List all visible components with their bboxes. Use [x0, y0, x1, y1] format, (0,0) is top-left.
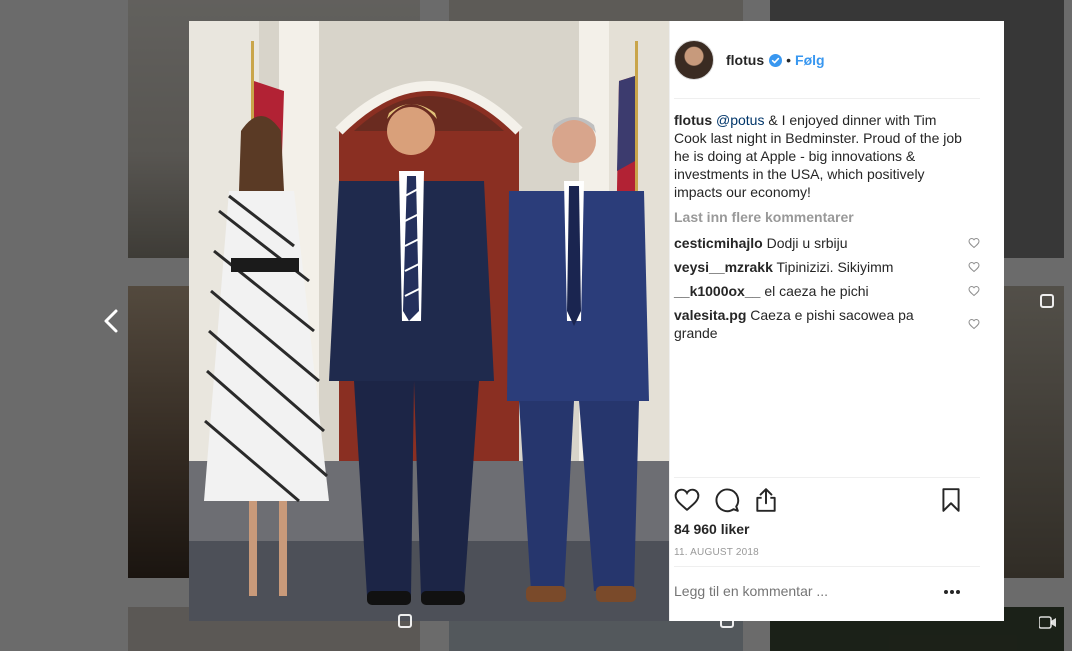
post-caption: flotus @potus & I enjoyed dinner with Ti… [674, 111, 964, 201]
previous-post-button[interactable] [98, 306, 124, 336]
post-modal: flotus • Følg flotus @potus & I enjoyed … [189, 21, 1004, 621]
multiple-images-icon [398, 614, 412, 628]
grid-post-thumbnail[interactable] [1004, 286, 1064, 578]
caption-mention[interactable]: @potus [716, 112, 764, 128]
post-photo-illustration [189, 21, 669, 621]
video-icon [1039, 616, 1056, 629]
comment-item: veysi__mzrakk Tipinizizi. Sikiyimm [674, 258, 954, 276]
comment-like-heart-icon[interactable] [968, 261, 980, 273]
verified-badge-icon [769, 53, 783, 67]
comment-text: Tipinizizi. Sikiyimm [776, 259, 894, 275]
comment-username[interactable]: veysi__mzrakk [674, 259, 773, 275]
caption-username[interactable]: flotus [674, 112, 712, 128]
comment-item: valesita.pg Caeza e pishi sacowea pa gra… [674, 306, 944, 342]
bookmark-icon[interactable] [938, 487, 964, 513]
comment-username[interactable]: __k1000ox__ [674, 283, 760, 299]
share-icon[interactable] [753, 487, 779, 513]
comment-username[interactable]: valesita.pg [674, 307, 746, 323]
post-details-panel: flotus • Følg flotus @potus & I enjoyed … [669, 21, 1004, 621]
comment-username[interactable]: cesticmihajlo [674, 235, 763, 251]
multiple-images-icon [1040, 294, 1054, 308]
post-header: flotus • Følg [670, 21, 1005, 99]
header-divider [674, 98, 980, 99]
chevron-left-icon [104, 309, 118, 333]
speech-bubble-icon[interactable] [714, 487, 740, 513]
comment-like-heart-icon[interactable] [968, 318, 980, 330]
follow-button[interactable]: Følg [795, 52, 825, 68]
load-more-comments-button[interactable]: Last inn flere kommentarer [674, 209, 854, 225]
heart-icon[interactable] [674, 487, 700, 513]
avatar[interactable] [674, 40, 714, 80]
header-separator: • [786, 52, 792, 68]
more-options-button[interactable] [942, 584, 962, 600]
comment-like-heart-icon[interactable] [968, 285, 980, 297]
comment-text: el caeza he pichi [764, 283, 869, 299]
post-photo [189, 21, 669, 621]
comment-item: cesticmihajlo Dodji u srbiju [674, 234, 954, 252]
actions-divider [674, 477, 980, 478]
post-date[interactable]: 11. AUGUST 2018 [674, 547, 759, 558]
comment-text: Dodji u srbiju [766, 235, 848, 251]
ellipsis-icon [944, 590, 960, 594]
comment-input[interactable] [674, 583, 914, 599]
likes-count[interactable]: 84 960 liker [674, 521, 750, 537]
grid-post-thumbnail[interactable] [449, 0, 743, 22]
comment-divider [674, 566, 980, 567]
comment-like-heart-icon[interactable] [968, 237, 980, 249]
comment-item: __k1000ox__ el caeza he pichi [674, 282, 954, 300]
header-username[interactable]: flotus [726, 52, 764, 68]
multiple-images-icon [720, 614, 734, 628]
